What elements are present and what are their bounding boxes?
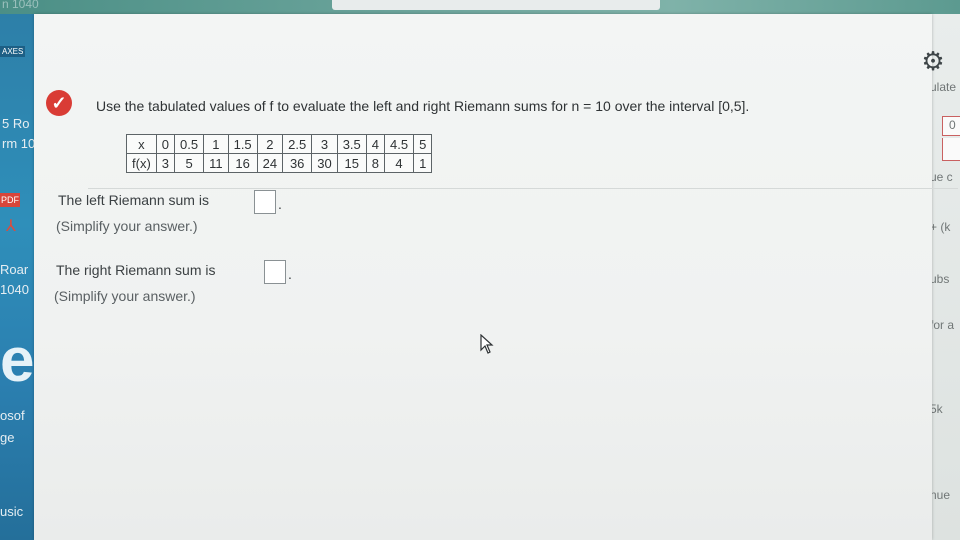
table-header-x: x	[126, 134, 157, 154]
table-cell: 5	[413, 134, 433, 154]
right-sum-period: .	[288, 266, 292, 282]
question-text: Use the tabulated values of f to evaluat…	[96, 98, 750, 114]
right-sum-hint: (Simplify your answer.)	[54, 288, 196, 304]
table-cell: 1.5	[227, 134, 258, 154]
table-cell: 5	[174, 153, 205, 173]
table-cell: 36	[282, 153, 313, 173]
background-left-text: usic	[0, 504, 24, 519]
table-cell: 1	[203, 134, 229, 154]
background-right-text: nue	[930, 488, 951, 502]
table-cell: 4	[383, 153, 415, 173]
left-sum-period: .	[278, 196, 282, 212]
background-left-text: rm 10	[2, 136, 36, 151]
left-sum-prompt: The left Riemann sum is	[58, 192, 209, 208]
background-right-text: ubs	[930, 272, 950, 286]
check-icon: ✓	[46, 90, 72, 116]
table-cell: 16	[227, 153, 258, 173]
background-left-text: 5 Ro	[2, 116, 30, 131]
background-left-text: 1040	[0, 282, 29, 297]
gear-icon[interactable]: ⚙	[920, 48, 946, 74]
right-sum-answer-input[interactable]	[264, 260, 286, 284]
table-cell: 15	[336, 153, 367, 173]
background-badge: AXES	[0, 46, 26, 57]
table-cell: 4.5	[383, 134, 415, 154]
question-card: ⚙ ✓ Use the tabulated values of f to eva…	[34, 14, 958, 540]
table-cell: 0.5	[174, 134, 205, 154]
table-cell: 3	[311, 134, 338, 154]
left-sum-answer-input[interactable]	[254, 190, 276, 214]
background-right-box	[942, 138, 960, 161]
table-cell: 3.5	[336, 134, 367, 154]
right-sum-prompt: The right Riemann sum is	[56, 262, 216, 278]
background-right-text: 0	[949, 118, 956, 132]
table-cell: 24	[256, 153, 284, 173]
table-cell: 8	[365, 153, 386, 173]
table-cell: 30	[311, 153, 338, 173]
background-top-left-text: n 1040	[2, 0, 39, 11]
section-divider	[88, 188, 958, 189]
table-cell: 2	[256, 134, 284, 154]
edge-browser-icon: e	[0, 326, 35, 395]
background-right-box: 0	[942, 116, 960, 136]
background-left-text: osof	[0, 408, 25, 423]
table-row-fx: f(x) 3 5 11 16 24 36 30 15 8 4 1	[126, 153, 433, 173]
table-cell: 11	[203, 153, 229, 173]
background-right-text: ulate	[930, 80, 957, 94]
table-cell: 3	[155, 153, 176, 173]
left-sum-hint: (Simplify your answer.)	[56, 218, 198, 234]
table-cell: 0	[155, 134, 176, 154]
table-cell: 1	[413, 153, 433, 173]
background-left-text: Roar	[0, 262, 29, 277]
top-strip: n 1040	[0, 0, 960, 14]
background-right-text: ue c	[930, 170, 953, 184]
browser-tab[interactable]	[332, 0, 660, 10]
values-table: x 0 0.5 1 1.5 2 2.5 3 3.5 4 4.5 5 f(x) 3…	[126, 134, 433, 173]
table-row-x: x 0 0.5 1 1.5 2 2.5 3 3.5 4 4.5 5	[126, 134, 433, 154]
background-right-text: + (k	[930, 220, 951, 234]
table-cell: 2.5	[282, 134, 313, 154]
table-header-fx: f(x)	[126, 153, 157, 173]
table-cell: 4	[365, 134, 386, 154]
background-right-text: for a	[930, 318, 955, 332]
mouse-cursor-icon	[480, 334, 494, 354]
pdf-icon: PDF	[0, 193, 20, 207]
pdf-logo-icon: ⅄	[6, 218, 16, 235]
background-left-text: ge	[0, 430, 15, 445]
